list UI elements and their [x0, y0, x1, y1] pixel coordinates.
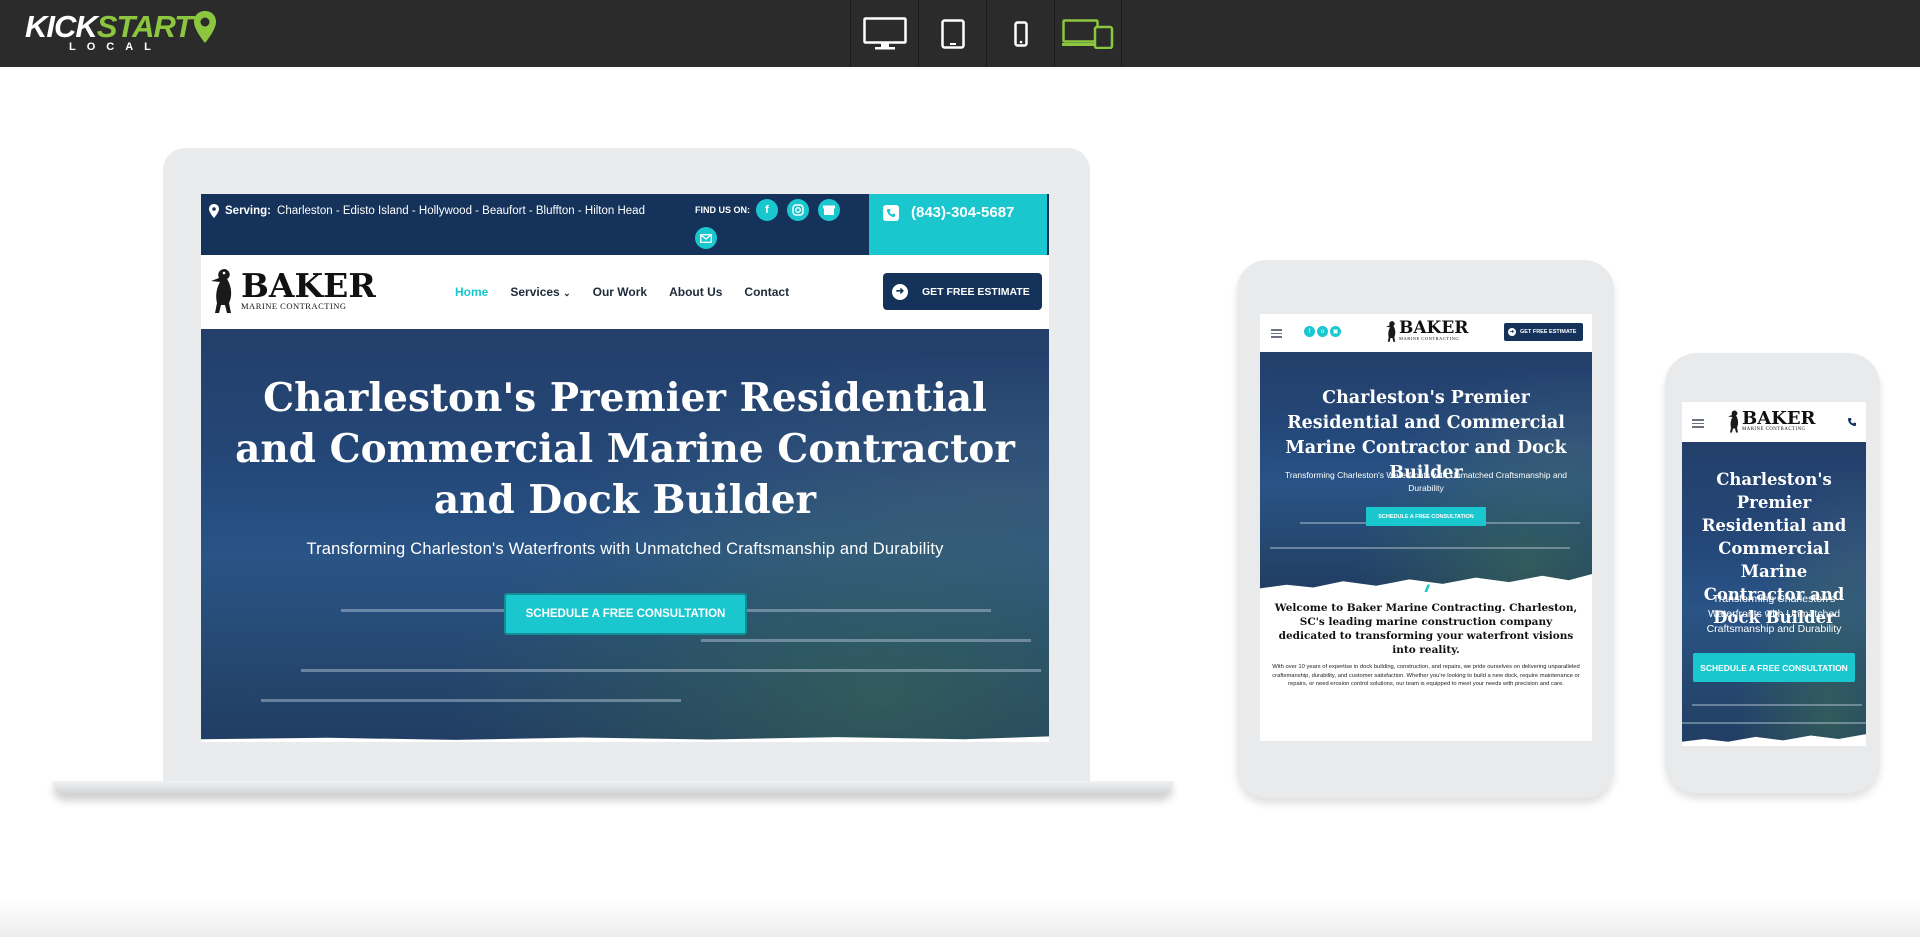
dock-line	[1270, 547, 1570, 549]
pelican-icon	[1728, 410, 1739, 433]
phone-handset-icon	[883, 205, 899, 221]
hero-subtitle: Transforming Charleston's Waterfronts wi…	[1284, 470, 1568, 493]
dock-line	[261, 699, 681, 702]
brand-name: BAKER	[1399, 318, 1469, 339]
email-icon[interactable]	[695, 227, 717, 249]
menu: Home Services ⌄ Our Work About Us Contac…	[455, 285, 789, 299]
nav-contact[interactable]: Contact	[744, 285, 789, 299]
brand-name: BAKER	[241, 266, 376, 306]
main-nav: BAKER MARINE CONTRACTING Home Services ⌄…	[201, 255, 1049, 329]
brand-tagline: MARINE CONTRACTING	[1399, 336, 1460, 342]
phone-preview: BAKER MARINE CONTRACTING Charleston's Pr…	[1682, 402, 1866, 746]
nav-our-work[interactable]: Our Work	[593, 285, 647, 299]
logo-wordmark: KICKSTART	[25, 9, 193, 44]
google-business-icon[interactable]: ▣	[1330, 326, 1341, 337]
google-business-icon[interactable]	[818, 199, 840, 221]
dock-line	[301, 669, 1041, 672]
arrow-right-icon: ➜	[892, 283, 908, 300]
hero-subtitle: Transforming Charleston's Waterfronts wi…	[1706, 593, 1842, 635]
estimate-label: GET FREE ESTIMATE	[922, 285, 1030, 298]
decorative-slashes-icon: ///	[1424, 584, 1429, 595]
phone-nav: BAKER MARINE CONTRACTING	[1682, 402, 1866, 442]
find-us-label: FIND US ON:	[695, 205, 750, 215]
kickstart-logo[interactable]: KICKSTART LOCAL	[25, 10, 225, 56]
location-pin-icon	[209, 204, 219, 218]
phone-number-text: (843)-304-5687	[911, 204, 1015, 221]
schedule-consultation-button[interactable]: SCHEDULE A FREE CONSULTATION	[1366, 507, 1486, 526]
welcome-title: Welcome to Baker Marine Contracting. Cha…	[1274, 602, 1578, 656]
torn-edge	[201, 736, 1049, 742]
instagram-icon[interactable]: o	[1317, 326, 1328, 337]
desktop-view-button[interactable]	[850, 0, 918, 67]
get-free-estimate-button[interactable]: ➜ GET FREE ESTIMATE	[883, 273, 1042, 310]
welcome-body: With over 10 years of expertise in dock …	[1272, 664, 1580, 687]
bottom-shadow	[0, 900, 1920, 937]
map-pin-icon	[194, 11, 216, 43]
schedule-consultation-button[interactable]: SCHEDULE A FREE CONSULTATION	[504, 593, 747, 635]
nav-services[interactable]: Services ⌄	[510, 285, 570, 299]
phone-icon	[1013, 20, 1028, 47]
phone-number-button[interactable]: (843)-304-5687	[869, 194, 1047, 255]
nav-services-label: Services	[510, 285, 560, 299]
dock-line	[1692, 704, 1862, 706]
instagram-icon[interactable]	[787, 199, 809, 221]
serving-areas: Serving: Charleston - Edisto Island - Ho…	[209, 204, 645, 218]
laptop-base	[52, 781, 1174, 795]
desktop-preview: Serving: Charleston - Edisto Island - Ho…	[201, 194, 1049, 742]
nav-home[interactable]: Home	[455, 285, 488, 299]
dock-line	[1682, 722, 1866, 724]
phone-handset-icon[interactable]	[1847, 417, 1857, 427]
top-bar: KICKSTART LOCAL	[0, 0, 1920, 67]
nav-about-us[interactable]: About Us	[669, 285, 722, 299]
hero-section: Charleston's Premier Residential and Com…	[1682, 442, 1866, 746]
brand-name: BAKER	[1742, 407, 1816, 429]
device-switcher	[850, 0, 1122, 67]
baker-logo[interactable]: BAKER MARINE CONTRACTING	[207, 265, 376, 315]
tablet-view-button[interactable]	[918, 0, 986, 67]
arrow-right-icon: ➜	[1508, 328, 1516, 336]
hero-title: Charleston's Premier Residential and Com…	[235, 375, 1015, 523]
brand-tagline: MARINE CONTRACTING	[241, 301, 347, 312]
baker-logo[interactable]: BAKER MARINE CONTRACTING	[1726, 407, 1816, 435]
welcome-section: /// Welcome to Baker Marine Contracting.…	[1270, 584, 1582, 689]
hamburger-menu-icon[interactable]	[1271, 329, 1282, 338]
serving-list: Charleston - Edisto Island - Hollywood -…	[277, 205, 645, 217]
all-devices-view-button[interactable]	[1054, 0, 1122, 67]
hero-subtitle: Transforming Charleston's Waterfronts wi…	[306, 540, 944, 558]
hamburger-menu-icon[interactable]	[1692, 419, 1704, 428]
torn-edge	[1682, 734, 1866, 746]
baker-logo[interactable]: BAKER MARINE CONTRACTING	[1384, 318, 1468, 344]
facebook-icon[interactable]: f	[756, 199, 778, 221]
pelican-icon	[211, 269, 232, 313]
estimate-label: GET FREE ESTIMATE	[1520, 329, 1577, 335]
devices-icon	[1062, 18, 1114, 49]
chevron-down-icon: ⌄	[563, 288, 571, 298]
schedule-consultation-button[interactable]: SCHEDULE A FREE CONSULTATION	[1693, 653, 1855, 682]
brand-tagline: MARINE CONTRACTING	[1742, 426, 1806, 432]
hero-section: Charleston's Premier Residential and Com…	[1260, 352, 1592, 592]
monitor-icon	[862, 16, 907, 49]
phone-view-button[interactable]	[986, 0, 1054, 67]
tablet-icon	[940, 18, 965, 49]
hero-section: Charleston's Premier Residential and Com…	[201, 329, 1049, 742]
serving-label: Serving:	[225, 205, 272, 217]
tablet-nav: f o ▣ BAKER MARINE CONTRACTING ➜ GET FRE…	[1260, 314, 1592, 352]
info-strip: Serving: Charleston - Edisto Island - Ho…	[201, 194, 1049, 255]
tablet-preview: f o ▣ BAKER MARINE CONTRACTING ➜ GET FRE…	[1260, 314, 1592, 741]
get-free-estimate-button[interactable]: ➜ GET FREE ESTIMATE	[1504, 323, 1583, 341]
facebook-icon[interactable]: f	[1304, 326, 1315, 337]
dock-line	[701, 639, 1031, 642]
logo-subtitle: LOCAL	[69, 41, 162, 53]
pelican-icon	[1385, 321, 1396, 342]
